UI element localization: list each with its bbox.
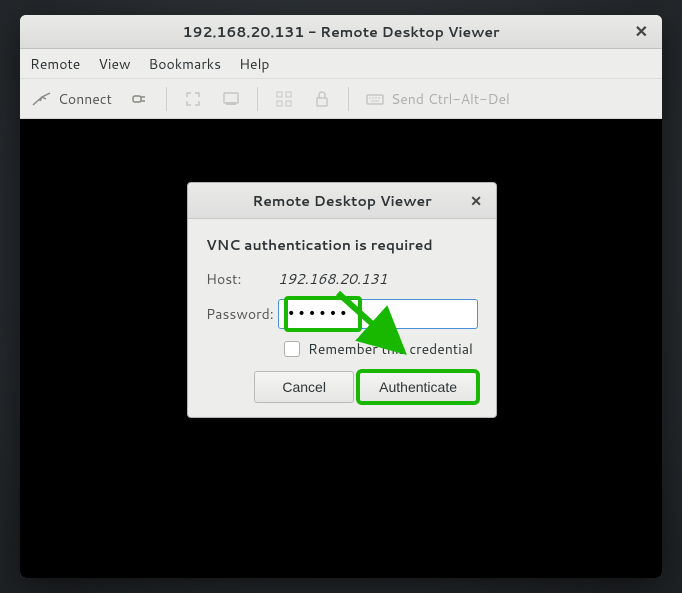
toolbar-connect[interactable]: Connect: [26, 85, 118, 113]
plug-icon: [130, 89, 150, 109]
toolbar-connect-label: Connect: [58, 89, 112, 109]
keyboard-grid-icon: [274, 89, 294, 109]
authenticate-button-label: Authenticate: [379, 379, 457, 395]
menu-view[interactable]: View: [98, 54, 130, 74]
password-input[interactable]: [278, 299, 478, 329]
toolbar-separator: [166, 87, 167, 111]
dialog-button-row: Cancel Authenticate: [206, 371, 478, 403]
connect-icon: [32, 89, 52, 109]
toolbar-disconnect[interactable]: [124, 85, 156, 113]
password-row: Password:: [206, 299, 478, 329]
menu-help[interactable]: Help: [239, 54, 269, 74]
dialog-titlebar: Remote Desktop Viewer ✕: [188, 183, 496, 219]
menu-bookmarks[interactable]: Bookmarks: [149, 54, 222, 74]
close-icon: ✕: [635, 20, 648, 43]
window-titlebar: 192.168.20.131 - Remote Desktop Viewer ✕: [20, 15, 662, 49]
dialog-close-button[interactable]: ✕: [466, 183, 486, 218]
remember-checkbox[interactable]: [284, 341, 300, 357]
host-value: 192.168.20.131: [278, 269, 387, 289]
menu-remote[interactable]: Remote: [30, 54, 80, 74]
toolbar-separator: [348, 87, 349, 111]
host-label: Host:: [206, 269, 278, 289]
toolbar: Connect: [20, 79, 662, 119]
toolbar-send-keys: Send Ctrl-Alt-Del: [359, 85, 516, 113]
window-close-button[interactable]: ✕: [631, 15, 652, 48]
cancel-button[interactable]: Cancel: [254, 371, 354, 403]
toolbar-screenshot: [215, 85, 247, 113]
toolbar-fullscreen: [177, 85, 209, 113]
toolbar-lock: [306, 85, 338, 113]
dialog-heading: VNC authentication is required: [206, 235, 478, 255]
dialog-title: Remote Desktop Viewer: [252, 191, 431, 211]
lock-icon: [312, 89, 332, 109]
password-label: Password:: [206, 304, 278, 324]
toolbar-keyboard: [268, 85, 300, 113]
dialog-body: VNC authentication is required Host: 192…: [188, 219, 496, 417]
screenshot-icon: [221, 89, 241, 109]
close-icon: ✕: [470, 191, 482, 211]
cancel-button-label: Cancel: [282, 379, 326, 395]
menubar: Remote View Bookmarks Help: [20, 49, 662, 79]
window-title: 192.168.20.131 - Remote Desktop Viewer: [182, 22, 499, 42]
remember-label: Remember this credential: [308, 339, 473, 359]
remember-row: Remember this credential: [284, 339, 478, 359]
host-row: Host: 192.168.20.131: [206, 269, 478, 289]
fullscreen-icon: [183, 89, 203, 109]
authenticate-button[interactable]: Authenticate: [358, 371, 478, 403]
toolbar-separator: [257, 87, 258, 111]
keyboard-icon: [365, 89, 385, 109]
toolbar-send-keys-label: Send Ctrl-Alt-Del: [391, 89, 510, 109]
auth-dialog: Remote Desktop Viewer ✕ VNC authenticati…: [187, 182, 497, 418]
